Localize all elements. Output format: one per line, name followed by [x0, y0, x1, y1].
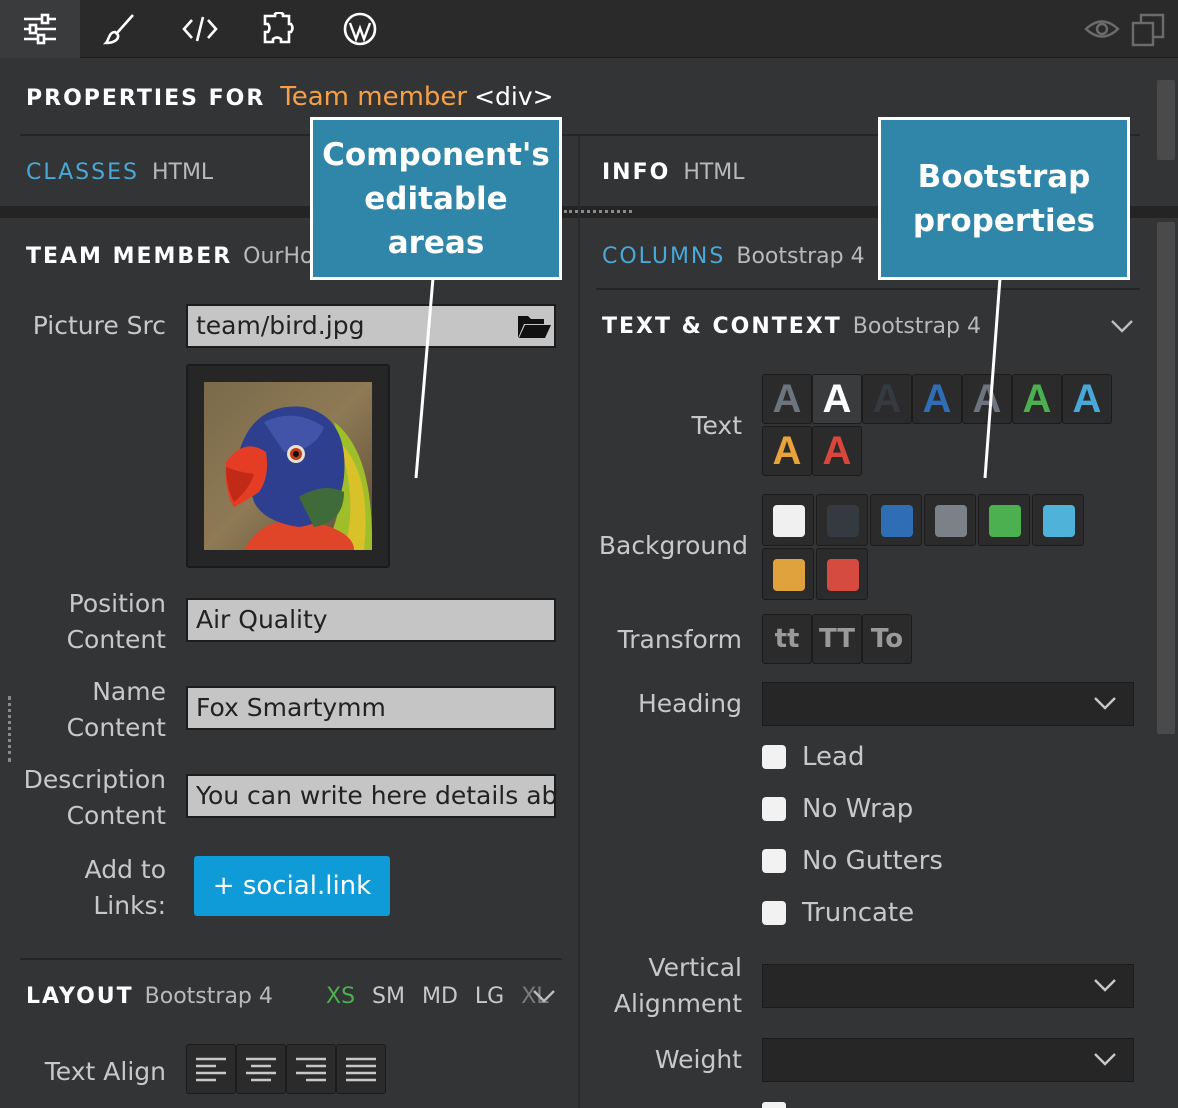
callout-bootstrap-properties: Bootstrap properties: [878, 117, 1130, 280]
callout-editable-areas: Component's editable areas: [310, 117, 562, 280]
